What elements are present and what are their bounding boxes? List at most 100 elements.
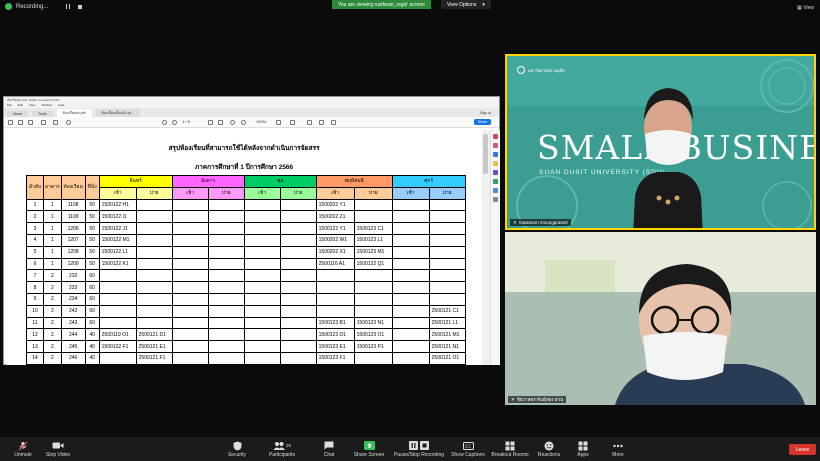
course-cell [135, 245, 173, 259]
course-cell [279, 233, 317, 247]
edit-pdf-icon[interactable] [493, 152, 498, 157]
print-icon[interactable] [41, 120, 46, 125]
zoom-search-icon[interactable] [66, 120, 71, 125]
share-screen-button[interactable]: Share Screen [346, 441, 392, 458]
course-cell: 2500119 O1 [98, 328, 137, 342]
course-cell [428, 292, 466, 306]
tab-document[interactable]: ห้องเรียนfix.pdf [56, 109, 92, 117]
participants-button[interactable]: 25 Participants [259, 441, 305, 458]
stop-video-button[interactable]: Stop Video [35, 441, 81, 458]
view-button[interactable]: ▦ View [797, 5, 814, 11]
table-cell: 1207 [60, 233, 86, 247]
mail-icon[interactable] [28, 120, 33, 125]
menu-view[interactable]: View [29, 103, 35, 108]
course-cell [391, 257, 430, 271]
captions-icon: CC [462, 441, 474, 450]
table-cell: 2 [43, 304, 62, 318]
table-cell: 1 [43, 210, 62, 224]
course-cell [207, 245, 245, 259]
scroll-thumb[interactable] [483, 134, 488, 174]
table-cell: 1 [43, 245, 62, 259]
pause-recording-icon[interactable] [66, 4, 71, 9]
table-row: 9 2 234 60 [26, 292, 466, 306]
share-button[interactable]: Share [474, 119, 492, 125]
highlight-icon[interactable] [307, 120, 312, 125]
organize-icon[interactable] [493, 179, 498, 184]
course-cell [428, 281, 466, 294]
course-cell [171, 245, 209, 259]
page-up-icon[interactable] [162, 120, 167, 125]
table-row: 8 2 233 60 [26, 281, 466, 294]
participant-name-tag: ✕ ชัยวาลพร พันธุ์ทอง สวน [508, 396, 567, 403]
zoom-level[interactable]: 159% [256, 119, 266, 124]
course-cell [391, 222, 430, 235]
course-cell [428, 269, 466, 283]
view-options-button[interactable]: View Options ▾ [441, 0, 491, 9]
course-cell [207, 351, 245, 365]
apps-icon [578, 441, 588, 450]
course-cell [135, 316, 173, 330]
mic-muted-icon: ✕ [513, 219, 517, 225]
show-captions-button[interactable]: CC Show Captions [445, 441, 491, 458]
security-button[interactable]: Security [214, 441, 260, 458]
course-cell: 2500121 N1 [428, 340, 466, 353]
comment-tool-icon[interactable] [493, 161, 498, 166]
more-icon [613, 444, 623, 447]
course-cell [207, 257, 245, 271]
sign-in-link[interactable]: Sign In [480, 111, 491, 115]
table-cell: 60 [84, 316, 100, 330]
captions-label: Show Captions [451, 452, 485, 458]
video-tile-speaker[interactable]: มหาวิทยาลัยสวนดุสิต SMALL BUSINESS SMART… [505, 54, 816, 230]
mic-muted-icon: ✕ [511, 396, 515, 402]
table-row: 12 2 244 40 2500119 O1 2500121 D1 1500123 D1 15… [26, 328, 466, 342]
tab-document-2[interactable]: ห้องเรียนเต็มแล้ว.fp... [95, 109, 141, 117]
video-tile-participant[interactable]: ✕ ชัยวาลพร พันธุ์ทอง สวน [505, 232, 816, 405]
create-pdf-icon[interactable] [493, 143, 498, 148]
table-cell: 40 [84, 328, 100, 342]
pause-stop-label: Pause/Stop Recording [393, 452, 445, 458]
course-cell: 1500122 I1 [98, 210, 137, 224]
export-pdf-icon[interactable] [493, 134, 498, 139]
combine-icon[interactable] [493, 170, 498, 175]
page-indicator[interactable]: 1 / 6 [182, 119, 190, 124]
save-icon[interactable] [8, 120, 13, 125]
slot-morning: เช้า [391, 186, 430, 200]
menu-window[interactable]: Window [41, 103, 52, 108]
pdf-scrollbar[interactable] [482, 130, 490, 365]
table-cell: 4 [26, 233, 44, 247]
breakout-rooms-icon [505, 441, 515, 450]
course-cell [171, 269, 209, 283]
stop-recording-icon[interactable] [78, 4, 83, 9]
course-cell: 1500123 O1 [353, 328, 393, 342]
course-cell [279, 292, 317, 306]
menu-file[interactable]: File [7, 103, 12, 108]
hand-icon[interactable] [218, 120, 223, 125]
sign-icon[interactable] [331, 120, 336, 125]
protect-icon[interactable] [493, 188, 498, 193]
page-number[interactable]: 1 [182, 119, 184, 124]
fit-icon[interactable] [276, 120, 281, 125]
zoom-out-icon[interactable] [230, 120, 235, 125]
slot-afternoon: บ่าย [279, 186, 317, 200]
search-icon[interactable] [53, 120, 58, 125]
table-cell: 50 [84, 257, 100, 271]
menu-help[interactable]: Help [58, 103, 64, 108]
course-cell [243, 222, 281, 235]
pen-icon[interactable] [319, 120, 324, 125]
menu-edit[interactable]: Edit [18, 103, 23, 108]
table-cell: 2 [43, 269, 62, 283]
comment-icon[interactable] [290, 120, 295, 125]
more-tools-icon[interactable] [493, 197, 498, 202]
table-cell: 40 [84, 340, 100, 353]
table-cell: 2 [43, 328, 62, 342]
share-screen-icon [363, 441, 375, 450]
page-down-icon[interactable] [172, 120, 177, 125]
zoom-in-icon[interactable] [241, 120, 246, 125]
select-cursor-icon[interactable] [208, 120, 213, 125]
upload-icon[interactable] [18, 120, 23, 125]
apps-label: Apps [577, 452, 589, 458]
pause-stop-recording-button[interactable]: Pause/Stop Recording [392, 441, 446, 458]
more-button[interactable]: More [595, 441, 641, 458]
leave-button[interactable]: Leave [789, 444, 816, 455]
course-cell [135, 198, 173, 212]
